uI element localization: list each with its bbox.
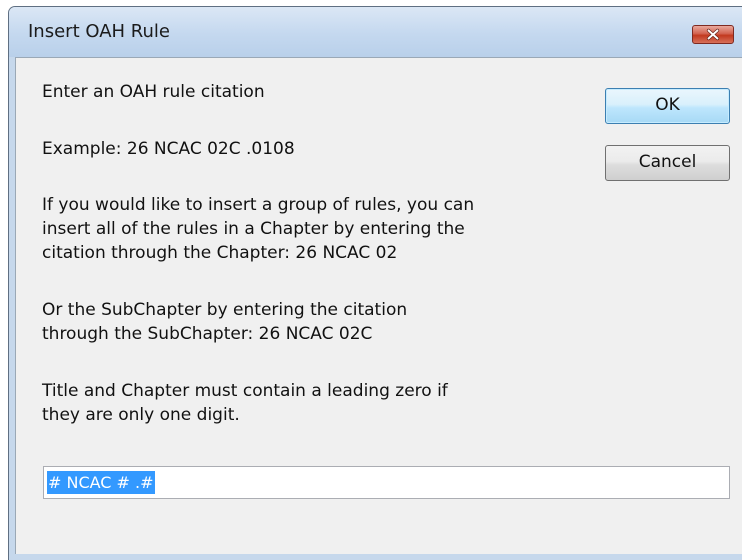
- dialog-title: Insert OAH Rule: [28, 21, 170, 42]
- cancel-button[interactable]: Cancel: [605, 145, 730, 181]
- dialog-body: Enter an OAH rule citation Example: 26 N…: [15, 57, 742, 554]
- close-button[interactable]: [692, 25, 734, 44]
- close-x-icon: [706, 28, 720, 41]
- example-line: Example: 26 NCAC 02C .0108: [42, 139, 295, 159]
- leading-zero-note-line-1: Title and Chapter must contain a leading…: [42, 381, 448, 401]
- prompt-text: Enter an OAH rule citation Example: 26 N…: [42, 80, 602, 427]
- prompt-line: Enter an OAH rule citation: [42, 82, 265, 102]
- group-instructions-line-2: insert all of the rules in a Chapter by …: [42, 219, 465, 239]
- subchapter-instructions-line-1: Or the SubChapter by entering the citati…: [42, 300, 408, 320]
- insert-oah-rule-dialog: Insert OAH Rule Enter an OAH rule citati…: [8, 6, 742, 560]
- citation-input[interactable]: # NCAC # .#: [43, 466, 730, 499]
- subchapter-instructions-line-2: through the SubChapter: 26 NCAC 02C: [42, 324, 373, 344]
- ok-button[interactable]: OK: [605, 88, 730, 124]
- title-bar[interactable]: Insert OAH Rule: [9, 7, 742, 57]
- citation-input-selected-text: # NCAC # .#: [47, 471, 155, 494]
- group-instructions-line-3: citation through the Chapter: 26 NCAC 02: [42, 243, 398, 263]
- leading-zero-note-line-2: they are only one digit.: [42, 405, 240, 425]
- group-instructions-line-1: If you would like to insert a group of r…: [42, 195, 475, 215]
